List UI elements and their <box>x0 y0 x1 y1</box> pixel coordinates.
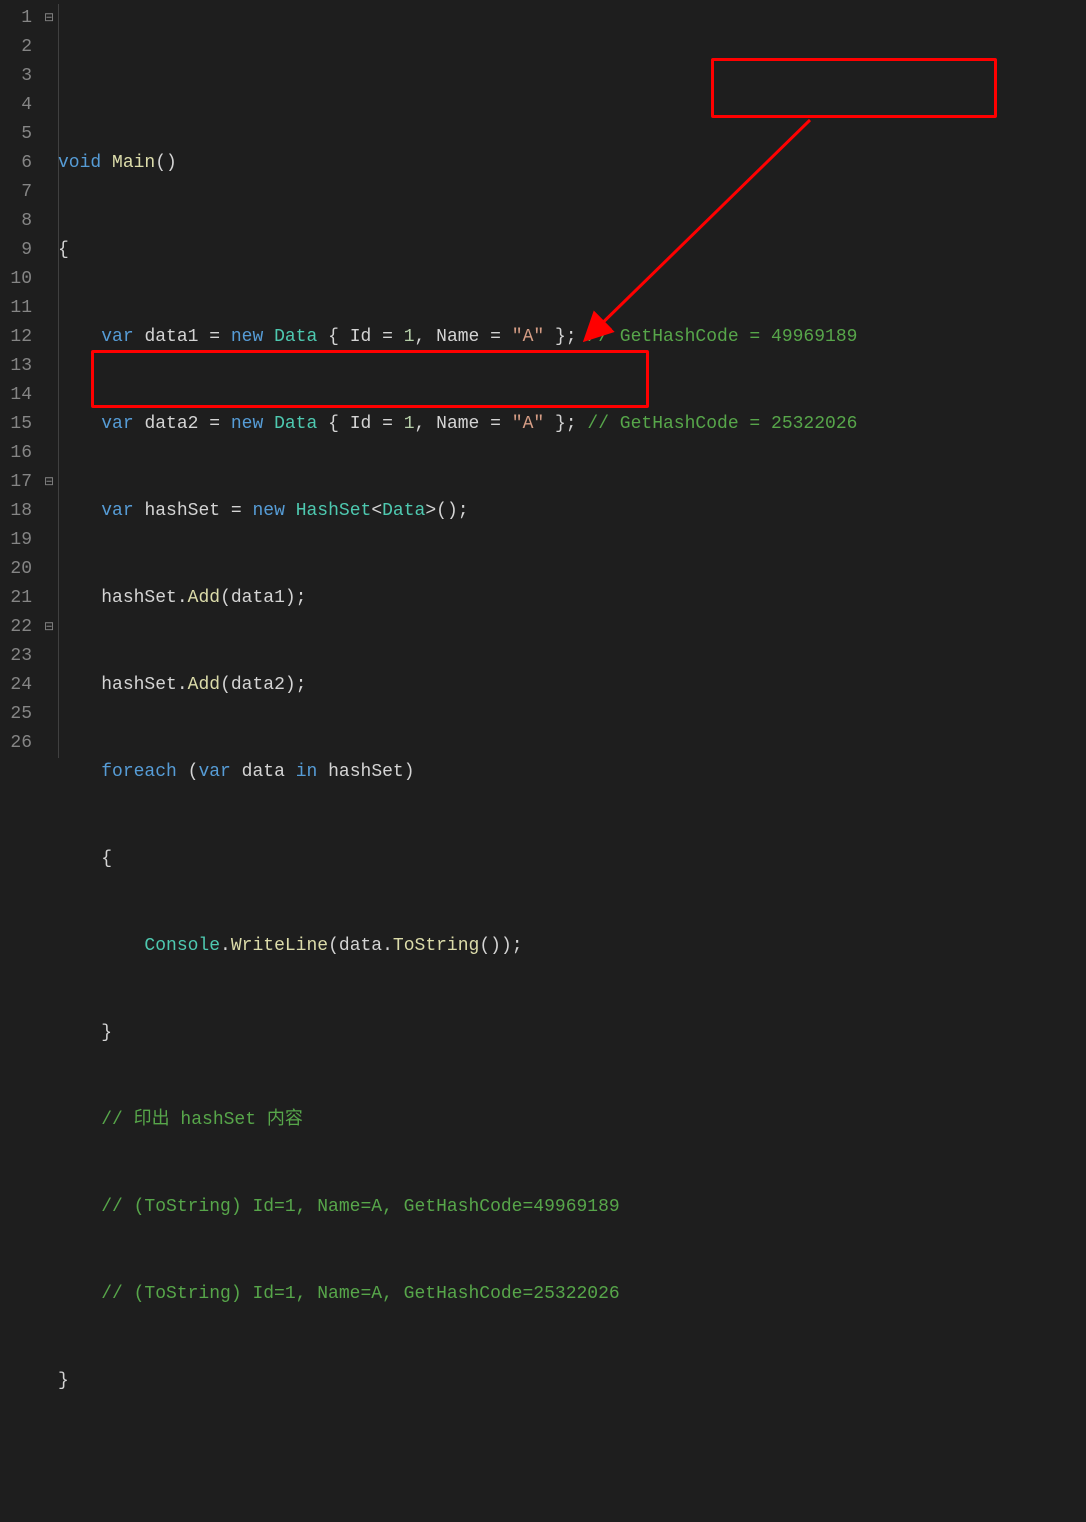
line-number-gutter: 1234567891011121314151617181920212223242… <box>0 0 40 761</box>
fold-empty <box>40 207 58 236</box>
line-number: 14 <box>0 381 32 410</box>
comment-header: // 印出 hashSet 内容 <box>101 1110 303 1130</box>
method-name: Main <box>112 153 155 173</box>
comment-out1: // (ToString) Id=1, Name=A, GetHashCode=… <box>101 1197 619 1217</box>
line-number: 4 <box>0 91 32 120</box>
line-number: 17 <box>0 468 32 497</box>
line-number: 24 <box>0 671 32 700</box>
fold-empty <box>40 149 58 178</box>
kw-in: in <box>285 762 328 782</box>
fold-toggle-icon[interactable]: ⊟ <box>40 468 58 497</box>
line-number: 12 <box>0 323 32 352</box>
kw-void: void <box>58 153 101 173</box>
line-number: 3 <box>0 62 32 91</box>
type-hashset: HashSet <box>296 501 372 521</box>
type-data: Data <box>274 327 317 347</box>
fold-gutter[interactable]: ⊟ ⊟ ⊟ <box>40 0 58 761</box>
code-area[interactable]: void Main() { var data1 = new Data { Id … <box>58 0 1086 761</box>
hash2: 25322026 <box>771 414 857 434</box>
line-number: 21 <box>0 584 32 613</box>
fold-empty <box>40 352 58 381</box>
method-tostring: ToString <box>393 936 479 956</box>
fold-empty <box>40 526 58 555</box>
line-number: 23 <box>0 642 32 671</box>
fold-empty <box>40 439 58 468</box>
var-data1: data1 <box>144 327 198 347</box>
fold-empty <box>40 236 58 265</box>
fold-empty <box>40 410 58 439</box>
kw-foreach: foreach <box>101 762 177 782</box>
method-writeline: WriteLine <box>231 936 328 956</box>
fold-empty <box>40 381 58 410</box>
fold-empty <box>40 62 58 91</box>
fold-toggle-icon[interactable]: ⊟ <box>40 613 58 642</box>
fold-empty <box>40 294 58 323</box>
fold-empty <box>40 729 58 758</box>
kw-new: new <box>231 327 263 347</box>
line-number: 8 <box>0 207 32 236</box>
fold-empty <box>40 642 58 671</box>
line-number: 6 <box>0 149 32 178</box>
var-data2: data2 <box>144 414 198 434</box>
fold-empty <box>40 323 58 352</box>
fold-empty <box>40 178 58 207</box>
line-number: 10 <box>0 265 32 294</box>
line-number: 9 <box>0 236 32 265</box>
line-number: 5 <box>0 120 32 149</box>
line-number: 2 <box>0 33 32 62</box>
fold-empty <box>40 671 58 700</box>
line-number: 11 <box>0 294 32 323</box>
line-number: 7 <box>0 178 32 207</box>
code-editor[interactable]: 1234567891011121314151617181920212223242… <box>0 0 1086 761</box>
line-number: 13 <box>0 352 32 381</box>
type-console: Console <box>144 936 220 956</box>
line-number: 20 <box>0 555 32 584</box>
fold-empty <box>40 120 58 149</box>
line-number: 22 <box>0 613 32 642</box>
fold-empty <box>40 555 58 584</box>
fold-empty <box>40 584 58 613</box>
line-number: 16 <box>0 439 32 468</box>
fold-empty <box>40 265 58 294</box>
hash1: 49969189 <box>771 327 857 347</box>
fold-empty <box>40 700 58 729</box>
line-number: 15 <box>0 410 32 439</box>
fold-empty <box>40 91 58 120</box>
fold-empty <box>40 497 58 526</box>
fold-empty <box>40 33 58 62</box>
line-number: 18 <box>0 497 32 526</box>
line-number: 1 <box>0 4 32 33</box>
kw-var: var <box>101 327 133 347</box>
method-add: Add <box>188 588 220 608</box>
line-number: 19 <box>0 526 32 555</box>
fold-toggle-icon[interactable]: ⊟ <box>40 4 58 33</box>
line-number: 25 <box>0 700 32 729</box>
comment-out2: // (ToString) Id=1, Name=A, GetHashCode=… <box>101 1284 619 1304</box>
line-number: 26 <box>0 729 32 758</box>
